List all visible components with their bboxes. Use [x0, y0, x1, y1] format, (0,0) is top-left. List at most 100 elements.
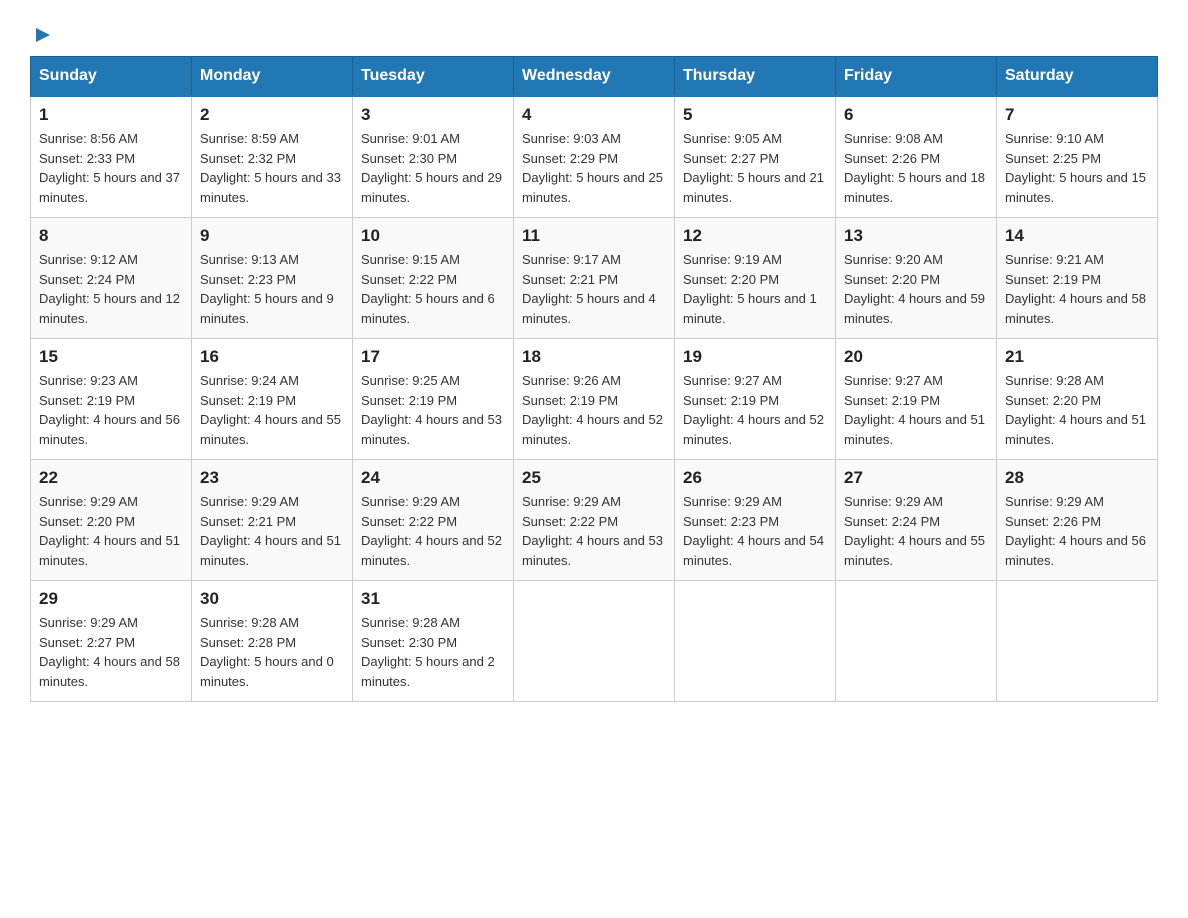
day-number: 2	[200, 105, 344, 125]
day-number: 5	[683, 105, 827, 125]
day-number: 14	[1005, 226, 1149, 246]
day-info: Sunrise: 9:28 AMSunset: 2:28 PMDaylight:…	[200, 615, 334, 689]
day-info: Sunrise: 9:28 AMSunset: 2:30 PMDaylight:…	[361, 615, 495, 689]
calendar-cell	[997, 581, 1158, 702]
weekday-header-friday: Friday	[836, 57, 997, 97]
calendar-week-row: 15 Sunrise: 9:23 AMSunset: 2:19 PMDaylig…	[31, 339, 1158, 460]
calendar-week-row: 22 Sunrise: 9:29 AMSunset: 2:20 PMDaylig…	[31, 460, 1158, 581]
calendar-cell: 12 Sunrise: 9:19 AMSunset: 2:20 PMDaylig…	[675, 218, 836, 339]
day-info: Sunrise: 9:28 AMSunset: 2:20 PMDaylight:…	[1005, 373, 1146, 447]
day-info: Sunrise: 9:29 AMSunset: 2:26 PMDaylight:…	[1005, 494, 1146, 568]
day-number: 26	[683, 468, 827, 488]
calendar-cell: 4 Sunrise: 9:03 AMSunset: 2:29 PMDayligh…	[514, 96, 675, 218]
calendar-cell: 26 Sunrise: 9:29 AMSunset: 2:23 PMDaylig…	[675, 460, 836, 581]
weekday-header-monday: Monday	[192, 57, 353, 97]
day-number: 19	[683, 347, 827, 367]
day-number: 21	[1005, 347, 1149, 367]
calendar-header-row: SundayMondayTuesdayWednesdayThursdayFrid…	[31, 57, 1158, 97]
calendar-cell: 2 Sunrise: 8:59 AMSunset: 2:32 PMDayligh…	[192, 96, 353, 218]
weekday-header-saturday: Saturday	[997, 57, 1158, 97]
calendar-cell: 5 Sunrise: 9:05 AMSunset: 2:27 PMDayligh…	[675, 96, 836, 218]
calendar-cell: 11 Sunrise: 9:17 AMSunset: 2:21 PMDaylig…	[514, 218, 675, 339]
weekday-header-sunday: Sunday	[31, 57, 192, 97]
day-number: 27	[844, 468, 988, 488]
day-number: 10	[361, 226, 505, 246]
calendar-cell: 25 Sunrise: 9:29 AMSunset: 2:22 PMDaylig…	[514, 460, 675, 581]
day-number: 1	[39, 105, 183, 125]
calendar-cell: 24 Sunrise: 9:29 AMSunset: 2:22 PMDaylig…	[353, 460, 514, 581]
logo	[30, 28, 54, 46]
calendar-cell: 20 Sunrise: 9:27 AMSunset: 2:19 PMDaylig…	[836, 339, 997, 460]
calendar-cell: 18 Sunrise: 9:26 AMSunset: 2:19 PMDaylig…	[514, 339, 675, 460]
day-info: Sunrise: 9:29 AMSunset: 2:24 PMDaylight:…	[844, 494, 985, 568]
calendar-cell: 6 Sunrise: 9:08 AMSunset: 2:26 PMDayligh…	[836, 96, 997, 218]
day-number: 20	[844, 347, 988, 367]
day-number: 22	[39, 468, 183, 488]
calendar-cell: 23 Sunrise: 9:29 AMSunset: 2:21 PMDaylig…	[192, 460, 353, 581]
calendar-cell: 19 Sunrise: 9:27 AMSunset: 2:19 PMDaylig…	[675, 339, 836, 460]
day-number: 25	[522, 468, 666, 488]
calendar-cell	[836, 581, 997, 702]
calendar-cell: 22 Sunrise: 9:29 AMSunset: 2:20 PMDaylig…	[31, 460, 192, 581]
day-number: 31	[361, 589, 505, 609]
weekday-header-tuesday: Tuesday	[353, 57, 514, 97]
day-info: Sunrise: 9:25 AMSunset: 2:19 PMDaylight:…	[361, 373, 502, 447]
day-number: 9	[200, 226, 344, 246]
calendar-cell: 14 Sunrise: 9:21 AMSunset: 2:19 PMDaylig…	[997, 218, 1158, 339]
day-info: Sunrise: 9:29 AMSunset: 2:22 PMDaylight:…	[361, 494, 502, 568]
calendar-cell: 8 Sunrise: 9:12 AMSunset: 2:24 PMDayligh…	[31, 218, 192, 339]
calendar-cell: 15 Sunrise: 9:23 AMSunset: 2:19 PMDaylig…	[31, 339, 192, 460]
logo-arrow-icon	[32, 24, 54, 46]
day-number: 23	[200, 468, 344, 488]
day-number: 16	[200, 347, 344, 367]
day-number: 28	[1005, 468, 1149, 488]
day-info: Sunrise: 9:03 AMSunset: 2:29 PMDaylight:…	[522, 131, 663, 205]
day-info: Sunrise: 9:29 AMSunset: 2:20 PMDaylight:…	[39, 494, 180, 568]
day-info: Sunrise: 8:56 AMSunset: 2:33 PMDaylight:…	[39, 131, 180, 205]
day-info: Sunrise: 9:13 AMSunset: 2:23 PMDaylight:…	[200, 252, 334, 326]
day-info: Sunrise: 9:29 AMSunset: 2:23 PMDaylight:…	[683, 494, 824, 568]
day-info: Sunrise: 9:05 AMSunset: 2:27 PMDaylight:…	[683, 131, 824, 205]
day-info: Sunrise: 9:23 AMSunset: 2:19 PMDaylight:…	[39, 373, 180, 447]
calendar-cell: 29 Sunrise: 9:29 AMSunset: 2:27 PMDaylig…	[31, 581, 192, 702]
day-info: Sunrise: 8:59 AMSunset: 2:32 PMDaylight:…	[200, 131, 341, 205]
day-info: Sunrise: 9:17 AMSunset: 2:21 PMDaylight:…	[522, 252, 656, 326]
calendar-cell: 28 Sunrise: 9:29 AMSunset: 2:26 PMDaylig…	[997, 460, 1158, 581]
calendar-cell: 27 Sunrise: 9:29 AMSunset: 2:24 PMDaylig…	[836, 460, 997, 581]
weekday-header-thursday: Thursday	[675, 57, 836, 97]
page-header	[30, 20, 1158, 46]
calendar-cell: 10 Sunrise: 9:15 AMSunset: 2:22 PMDaylig…	[353, 218, 514, 339]
day-number: 29	[39, 589, 183, 609]
calendar-cell: 16 Sunrise: 9:24 AMSunset: 2:19 PMDaylig…	[192, 339, 353, 460]
day-number: 30	[200, 589, 344, 609]
day-number: 7	[1005, 105, 1149, 125]
day-number: 12	[683, 226, 827, 246]
day-number: 24	[361, 468, 505, 488]
day-info: Sunrise: 9:27 AMSunset: 2:19 PMDaylight:…	[683, 373, 824, 447]
day-number: 4	[522, 105, 666, 125]
day-info: Sunrise: 9:08 AMSunset: 2:26 PMDaylight:…	[844, 131, 985, 205]
day-info: Sunrise: 9:29 AMSunset: 2:21 PMDaylight:…	[200, 494, 341, 568]
day-number: 17	[361, 347, 505, 367]
calendar-cell: 17 Sunrise: 9:25 AMSunset: 2:19 PMDaylig…	[353, 339, 514, 460]
day-info: Sunrise: 9:01 AMSunset: 2:30 PMDaylight:…	[361, 131, 502, 205]
calendar-cell	[514, 581, 675, 702]
day-number: 3	[361, 105, 505, 125]
weekday-header-wednesday: Wednesday	[514, 57, 675, 97]
day-info: Sunrise: 9:29 AMSunset: 2:27 PMDaylight:…	[39, 615, 180, 689]
calendar-cell: 30 Sunrise: 9:28 AMSunset: 2:28 PMDaylig…	[192, 581, 353, 702]
day-info: Sunrise: 9:15 AMSunset: 2:22 PMDaylight:…	[361, 252, 495, 326]
calendar-cell: 31 Sunrise: 9:28 AMSunset: 2:30 PMDaylig…	[353, 581, 514, 702]
calendar-week-row: 29 Sunrise: 9:29 AMSunset: 2:27 PMDaylig…	[31, 581, 1158, 702]
calendar-cell: 1 Sunrise: 8:56 AMSunset: 2:33 PMDayligh…	[31, 96, 192, 218]
calendar-cell: 21 Sunrise: 9:28 AMSunset: 2:20 PMDaylig…	[997, 339, 1158, 460]
calendar-week-row: 1 Sunrise: 8:56 AMSunset: 2:33 PMDayligh…	[31, 96, 1158, 218]
day-number: 18	[522, 347, 666, 367]
calendar-week-row: 8 Sunrise: 9:12 AMSunset: 2:24 PMDayligh…	[31, 218, 1158, 339]
day-info: Sunrise: 9:19 AMSunset: 2:20 PMDaylight:…	[683, 252, 817, 326]
day-number: 13	[844, 226, 988, 246]
calendar-cell: 13 Sunrise: 9:20 AMSunset: 2:20 PMDaylig…	[836, 218, 997, 339]
day-info: Sunrise: 9:10 AMSunset: 2:25 PMDaylight:…	[1005, 131, 1146, 205]
day-info: Sunrise: 9:24 AMSunset: 2:19 PMDaylight:…	[200, 373, 341, 447]
day-info: Sunrise: 9:12 AMSunset: 2:24 PMDaylight:…	[39, 252, 180, 326]
